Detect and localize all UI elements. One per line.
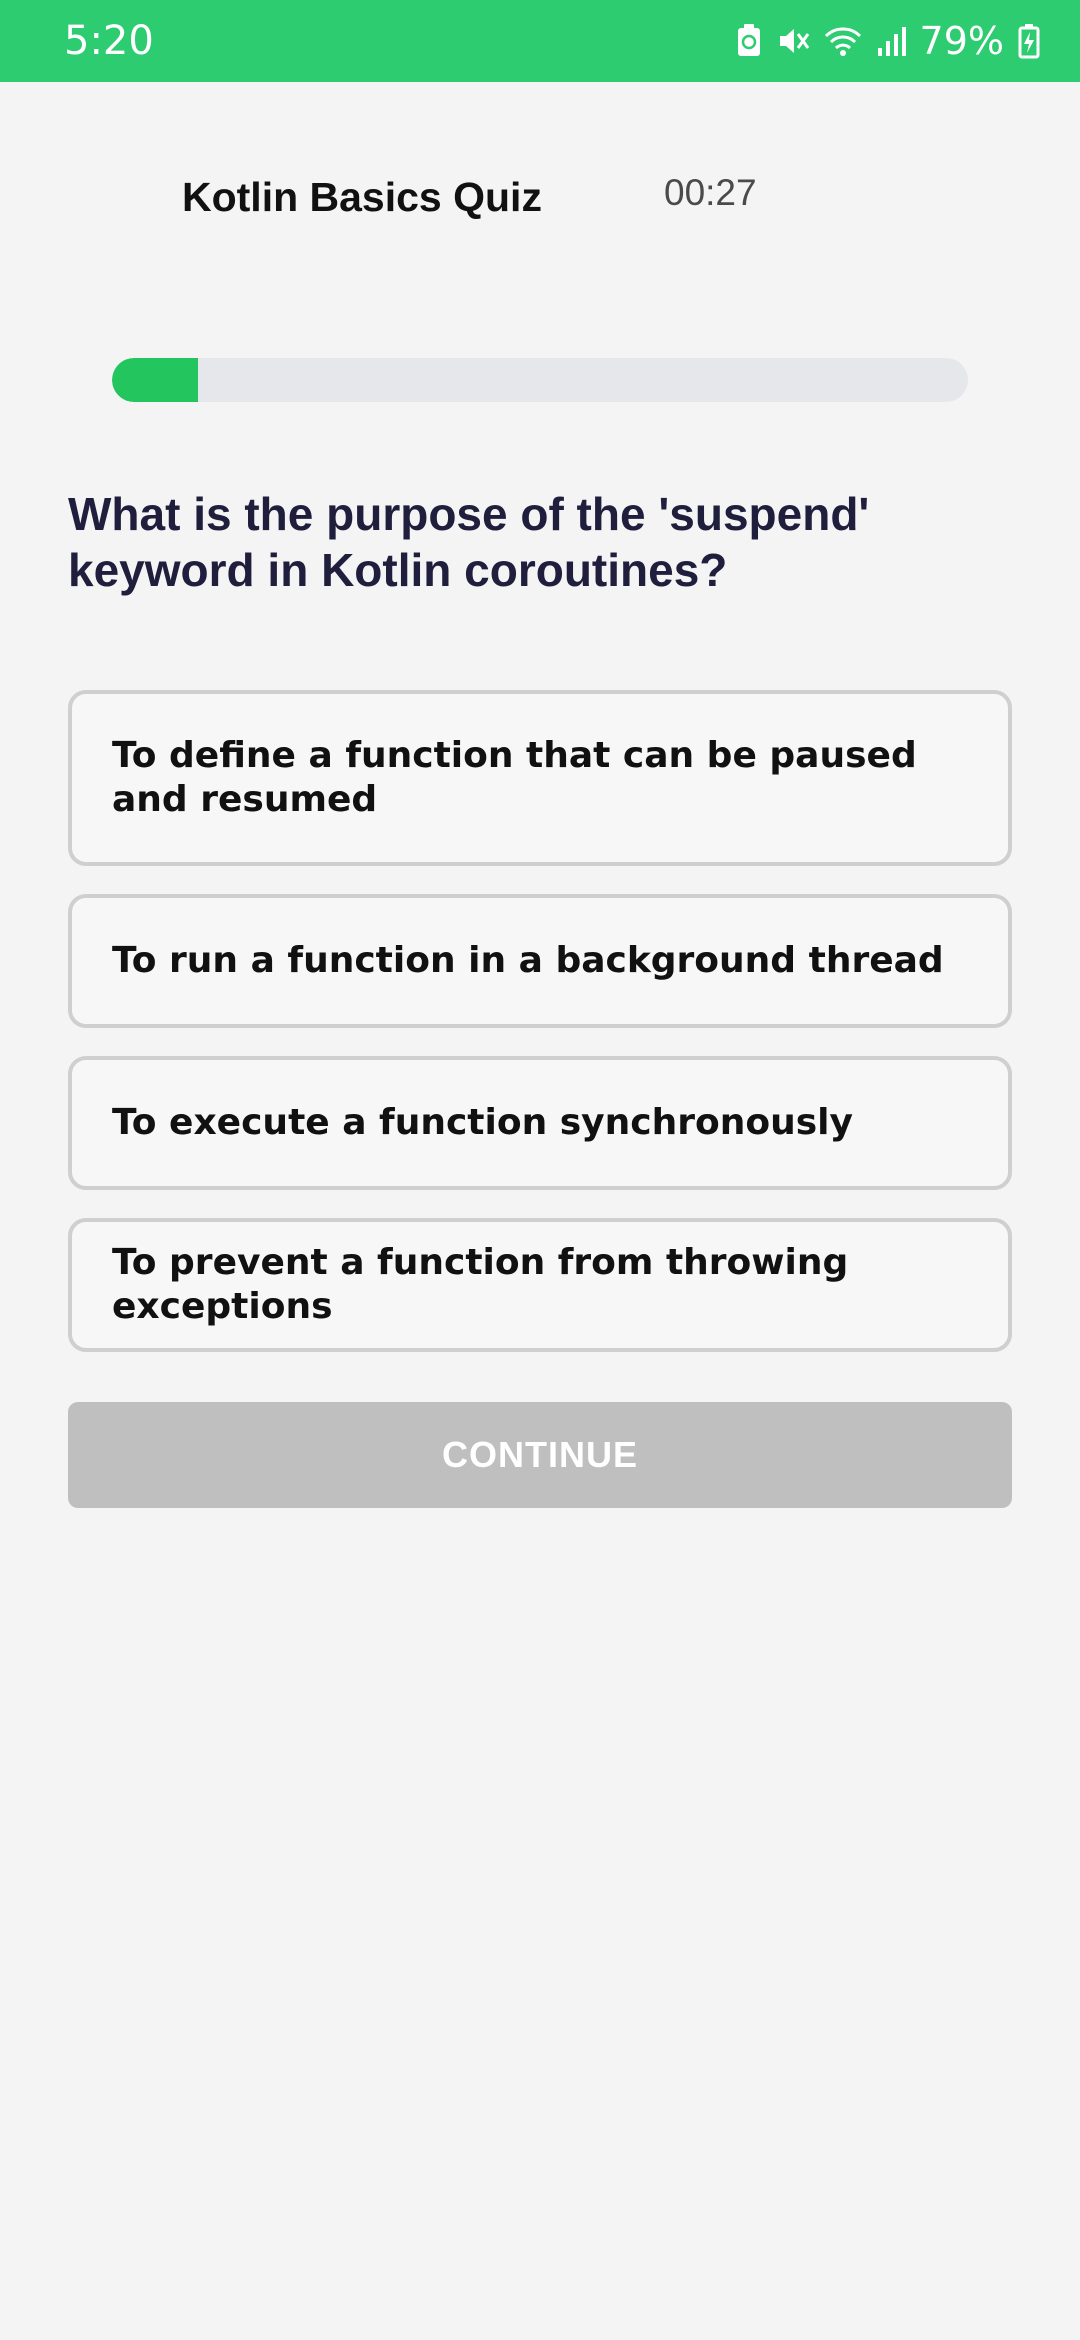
battery-saver-icon xyxy=(736,24,762,58)
mute-icon xyxy=(776,24,810,58)
answer-option-1[interactable]: To define a function that can be paused … xyxy=(68,690,1012,866)
answer-option-label: To execute a function synchronously xyxy=(112,1102,853,1143)
answer-option-label: To prevent a function from throwing exce… xyxy=(112,1242,849,1327)
answer-option-4[interactable]: To prevent a function from throwing exce… xyxy=(68,1218,1012,1352)
question-text: What is the purpose of the 'suspend' key… xyxy=(68,488,870,596)
progress-bar xyxy=(112,358,968,402)
quiz-title: Kotlin Basics Quiz xyxy=(182,174,542,220)
battery-percent: 79% xyxy=(919,19,1004,63)
answer-options: To define a function that can be paused … xyxy=(68,690,1012,1380)
status-icons: 79% xyxy=(736,18,1040,64)
answer-option-2[interactable]: To run a function in a background thread xyxy=(68,894,1012,1028)
quiz-timer: 00:27 xyxy=(664,172,757,213)
answer-option-label: To define a function that can be paused … xyxy=(112,735,917,820)
continue-button[interactable]: CONTINUE xyxy=(68,1402,1012,1508)
progress-bar-fill xyxy=(112,358,198,402)
answer-option-3[interactable]: To execute a function synchronously xyxy=(68,1056,1012,1190)
status-time: 5:20 xyxy=(64,18,154,64)
wifi-icon xyxy=(824,24,862,58)
battery-charging-icon xyxy=(1018,23,1040,59)
answer-option-label: To run a function in a background thread xyxy=(112,940,944,981)
status-bar: 5:20 79% xyxy=(0,0,1080,82)
signal-icon xyxy=(876,24,906,58)
